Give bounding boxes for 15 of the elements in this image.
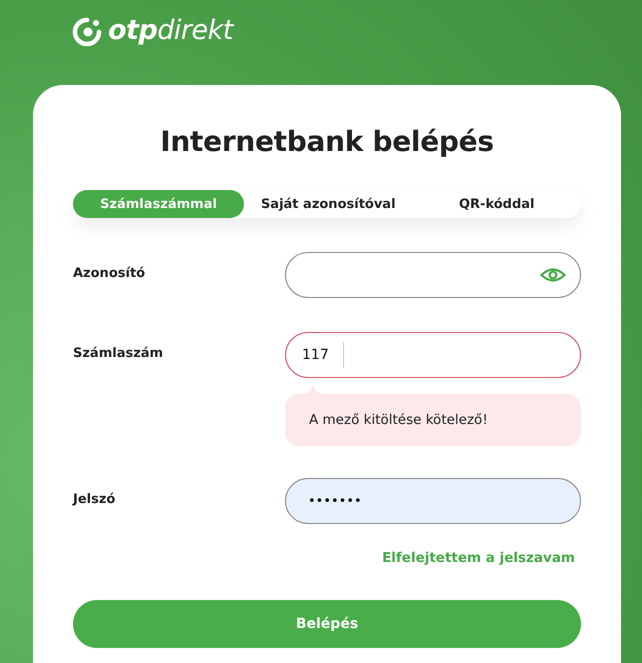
input-field[interactable] [285,252,581,298]
login-method-tab[interactable]: QR-kóddal [412,190,581,218]
login-method-tab[interactable]: Saját azonosítóval [244,190,412,218]
field-label: Jelszó [73,491,116,509]
page-title: Internetbank belépés [159,125,495,158]
error-message: A mező kitöltése kötelező! [285,394,581,446]
field-label: Számlaszám [73,345,164,363]
brand-logo: otpdirekt [108,16,233,46]
input-field[interactable]: 117 [285,332,581,378]
logo-icon [72,17,102,47]
account-prefix: 117 [302,347,329,363]
field-label: Azonosító [73,265,146,283]
eye-icon[interactable] [540,267,566,283]
password-value: ••••••• [307,494,362,508]
input-field[interactable]: ••••••• [285,478,581,524]
